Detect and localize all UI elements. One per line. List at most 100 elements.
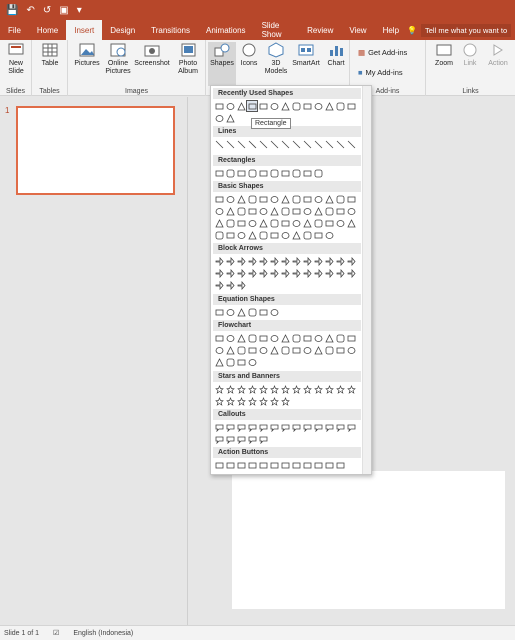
shape-option[interactable] [214,396,224,406]
shape-option[interactable] [280,194,290,204]
zoom-button[interactable]: Zoom [430,42,458,68]
shape-option[interactable] [247,194,257,204]
shape-option[interactable] [291,168,301,178]
shapes-button[interactable]: Shapes [208,42,236,86]
shape-option[interactable] [247,168,257,178]
shape-option[interactable] [214,194,224,204]
shape-option[interactable] [225,460,235,470]
shape-option[interactable] [346,268,356,278]
shape-option[interactable] [214,307,224,317]
shape-option[interactable] [269,460,279,470]
shape-option[interactable] [258,307,268,317]
shape-option[interactable] [214,256,224,266]
shape-option[interactable] [214,101,224,111]
shape-option[interactable] [225,218,235,228]
shape-option[interactable] [324,206,334,216]
shape-option[interactable] [236,357,246,367]
language-indicator[interactable]: English (Indonesia) [73,630,133,637]
shape-option[interactable] [302,268,312,278]
shape-option[interactable] [324,218,334,228]
shape-option[interactable] [302,218,312,228]
shape-option[interactable] [291,230,301,240]
shape-option[interactable] [324,101,334,111]
shape-option[interactable] [258,218,268,228]
pictures-button[interactable]: Pictures [72,42,102,68]
shape-option[interactable] [302,101,312,111]
shape-option[interactable] [324,139,334,149]
shape-option[interactable] [346,384,356,394]
shape-option[interactable] [313,101,323,111]
shape-option[interactable] [214,384,224,394]
shape-option[interactable] [313,460,323,470]
shape-option[interactable] [225,194,235,204]
shape-option[interactable] [269,206,279,216]
shape-option[interactable] [269,268,279,278]
shape-option[interactable] [291,460,301,470]
shape-option[interactable] [236,206,246,216]
shape-option[interactable] [280,168,290,178]
shape-option[interactable] [225,139,235,149]
shape-option[interactable] [247,396,257,406]
shape-option[interactable] [258,168,268,178]
shape-option[interactable] [346,101,356,111]
shape-option[interactable] [236,345,246,355]
shape-option[interactable] [291,139,301,149]
shape-option[interactable] [302,345,312,355]
shape-option[interactable] [280,206,290,216]
tell-me-input[interactable]: Tell me what you want to [421,23,511,37]
shape-option[interactable] [335,194,345,204]
shape-option[interactable] [335,384,345,394]
shape-option[interactable] [302,139,312,149]
shape-option[interactable] [236,256,246,266]
shape-option[interactable] [225,206,235,216]
shape-option[interactable] [302,230,312,240]
shape-option[interactable] [324,460,334,470]
shape-option[interactable] [269,256,279,266]
shape-option[interactable] [313,384,323,394]
shape-option[interactable] [346,256,356,266]
shape-option[interactable] [247,434,257,444]
shape-option[interactable] [269,101,279,111]
shape-option[interactable] [247,384,257,394]
shape-option[interactable] [225,384,235,394]
shape-option[interactable] [280,256,290,266]
my-addins-button[interactable]: ■ My Add-ins [358,68,403,77]
new-slide-button[interactable]: New Slide [2,42,30,76]
shape-option[interactable] [225,268,235,278]
shape-option[interactable] [269,396,279,406]
photo-album-button[interactable]: Photo Album [172,42,204,76]
shape-option[interactable] [346,422,356,432]
shape-option[interactable] [291,194,301,204]
shape-option[interactable] [236,422,246,432]
shape-option[interactable] [258,460,268,470]
shape-option[interactable] [291,256,301,266]
3d-models-button[interactable]: 3D Models [262,42,290,76]
shape-option[interactable] [280,139,290,149]
shape-option[interactable] [280,384,290,394]
shape-option[interactable] [236,307,246,317]
tab-insert[interactable]: Insert [66,20,103,40]
quick-access-customize-icon[interactable]: ▾ [77,5,82,16]
shape-option[interactable] [313,218,323,228]
tab-design[interactable]: Design [102,20,143,40]
shape-option[interactable] [236,268,246,278]
shape-option[interactable] [280,396,290,406]
shape-option[interactable] [313,256,323,266]
shape-option[interactable] [335,101,345,111]
shape-option[interactable] [280,345,290,355]
tab-home[interactable]: Home [29,20,66,40]
shape-option[interactable] [236,101,246,111]
shape-option[interactable] [269,333,279,343]
shape-option[interactable] [214,139,224,149]
shape-option[interactable] [258,230,268,240]
rectangle-shape[interactable] [246,100,258,112]
shape-option[interactable] [225,256,235,266]
slide-thumbnail[interactable] [16,106,175,195]
shape-option[interactable] [302,168,312,178]
shape-option[interactable] [258,101,268,111]
shape-option[interactable] [214,113,224,123]
shape-option[interactable] [225,113,235,123]
shape-option[interactable] [214,218,224,228]
table-button[interactable]: Table [36,42,64,68]
save-icon[interactable]: 💾 [6,5,18,16]
